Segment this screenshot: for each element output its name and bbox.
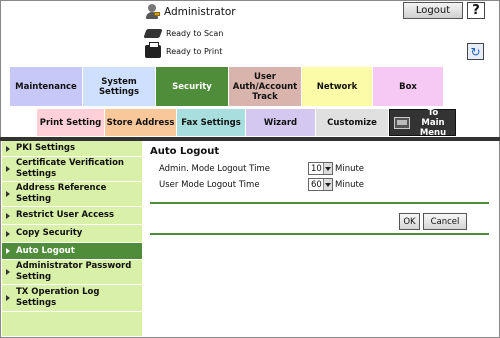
main-tabs: Maintenance System Settings Security User A… xyxy=(10,67,444,106)
subtab-customize[interactable]: Customize xyxy=(316,109,389,136)
tab-box[interactable]: Box xyxy=(373,67,444,106)
chevron-down-icon[interactable] xyxy=(323,163,332,174)
sidebar-item-auto-logout[interactable]: Auto Logout xyxy=(2,243,142,260)
help-button[interactable]: ? xyxy=(467,2,485,19)
admin-logout-label: Admin. Mode Logout Time xyxy=(159,163,270,174)
sidebar-item-label: Auto Logout xyxy=(16,245,75,256)
arrow-right-icon xyxy=(6,212,10,219)
admin-logout-row: Admin. Mode Logout Time 10 Minute xyxy=(159,162,364,175)
subtab-print-setting[interactable]: Print Setting xyxy=(37,109,105,136)
sidebar-item-label: Copy Security xyxy=(16,228,83,238)
sidebar-item-label: PKI Settings xyxy=(16,143,76,153)
page-title: Auto Logout xyxy=(150,146,220,157)
arrow-right-icon xyxy=(6,191,10,197)
subtab-store-address[interactable]: Store Address xyxy=(105,109,177,136)
sidebar-item-address-reference-setting[interactable]: Address Reference Setting xyxy=(2,182,142,207)
tab-user-auth-account-track[interactable]: User Auth/Account Track xyxy=(229,67,302,106)
sidebar-item-label: Restrict User Access xyxy=(16,210,115,220)
admin-logout-unit: Minute xyxy=(335,163,365,174)
sidebar-item-tx-operation-log-settings[interactable]: TX Operation Log Settings xyxy=(2,285,142,312)
user-logout-label: User Mode Logout Time xyxy=(159,179,260,190)
user-logout-value: 60 xyxy=(311,179,322,190)
admin-status: Administrator xyxy=(145,4,236,20)
sidebar-item-administrator-password-setting[interactable]: Administrator Password Setting xyxy=(2,260,142,285)
administrator-icon xyxy=(145,4,160,20)
cancel-button[interactable]: Cancel xyxy=(423,213,467,230)
user-logout-select[interactable]: 60 xyxy=(308,178,333,191)
user-logout-unit: Minute xyxy=(335,179,365,190)
sidebar-item-label: TX Operation Log Settings xyxy=(16,287,100,308)
sidebar-item-certificate-verification-settings[interactable]: Certificate Verification Settings xyxy=(2,157,142,182)
admin-logout-value: 10 xyxy=(311,163,322,174)
tab-network[interactable]: Network xyxy=(302,67,373,106)
tab-maintenance[interactable]: Maintenance xyxy=(10,67,83,106)
main-menu-icon xyxy=(394,116,410,129)
divider xyxy=(150,233,489,235)
refresh-icon: ↻ xyxy=(470,44,481,59)
refresh-button[interactable]: ↻ xyxy=(467,43,484,60)
subtab-wizard[interactable]: Wizard xyxy=(246,109,316,136)
sidebar-item-pki-settings[interactable]: PKI Settings xyxy=(2,141,142,157)
user-logout-row: User Mode Logout Time 60 Minute xyxy=(159,178,364,191)
scan-status-label: Ready to Scan xyxy=(166,29,224,38)
subtab-fax-settings[interactable]: Fax Settings xyxy=(177,109,246,136)
print-status-label: Ready to Print xyxy=(166,47,223,56)
admin-logout-select[interactable]: 10 xyxy=(308,162,333,175)
logout-button[interactable]: Logout xyxy=(403,2,463,19)
arrow-right-icon xyxy=(6,230,10,237)
arrow-right-icon xyxy=(6,166,10,172)
chevron-down-icon[interactable] xyxy=(323,179,332,190)
arrow-right-icon xyxy=(6,295,10,301)
to-main-menu-button[interactable]: To Main Menu xyxy=(389,107,456,138)
sidebar-item-restrict-user-access[interactable]: Restrict User Access xyxy=(2,207,142,225)
arrow-right-icon xyxy=(6,248,10,254)
scan-status: Ready to Scan xyxy=(143,29,224,38)
sidebar-item-label: Certificate Verification Settings xyxy=(16,158,124,179)
arrow-right-icon xyxy=(6,145,10,152)
ok-button[interactable]: OK xyxy=(399,213,420,230)
sidebar-item-label: Address Reference Setting xyxy=(16,183,107,204)
sub-tabs: Print Setting Store Address Fax Settings Wi… xyxy=(37,107,456,138)
admin-label: Administrator xyxy=(164,6,236,18)
sidebar-item-label: Administrator Password Setting xyxy=(16,261,132,282)
sidebar-item-copy-security[interactable]: Copy Security xyxy=(2,225,142,243)
tab-system-settings[interactable]: System Settings xyxy=(83,67,156,106)
tab-security[interactable]: Security xyxy=(156,67,229,106)
sidebar: PKI Settings Certificate Verification Set… xyxy=(2,141,142,336)
print-status: Ready to Print xyxy=(145,42,223,58)
scanner-icon xyxy=(143,29,163,38)
to-main-menu-label: To Main Menu xyxy=(419,107,447,138)
divider xyxy=(150,202,489,204)
arrow-right-icon xyxy=(6,269,10,275)
printer-icon xyxy=(145,42,161,58)
